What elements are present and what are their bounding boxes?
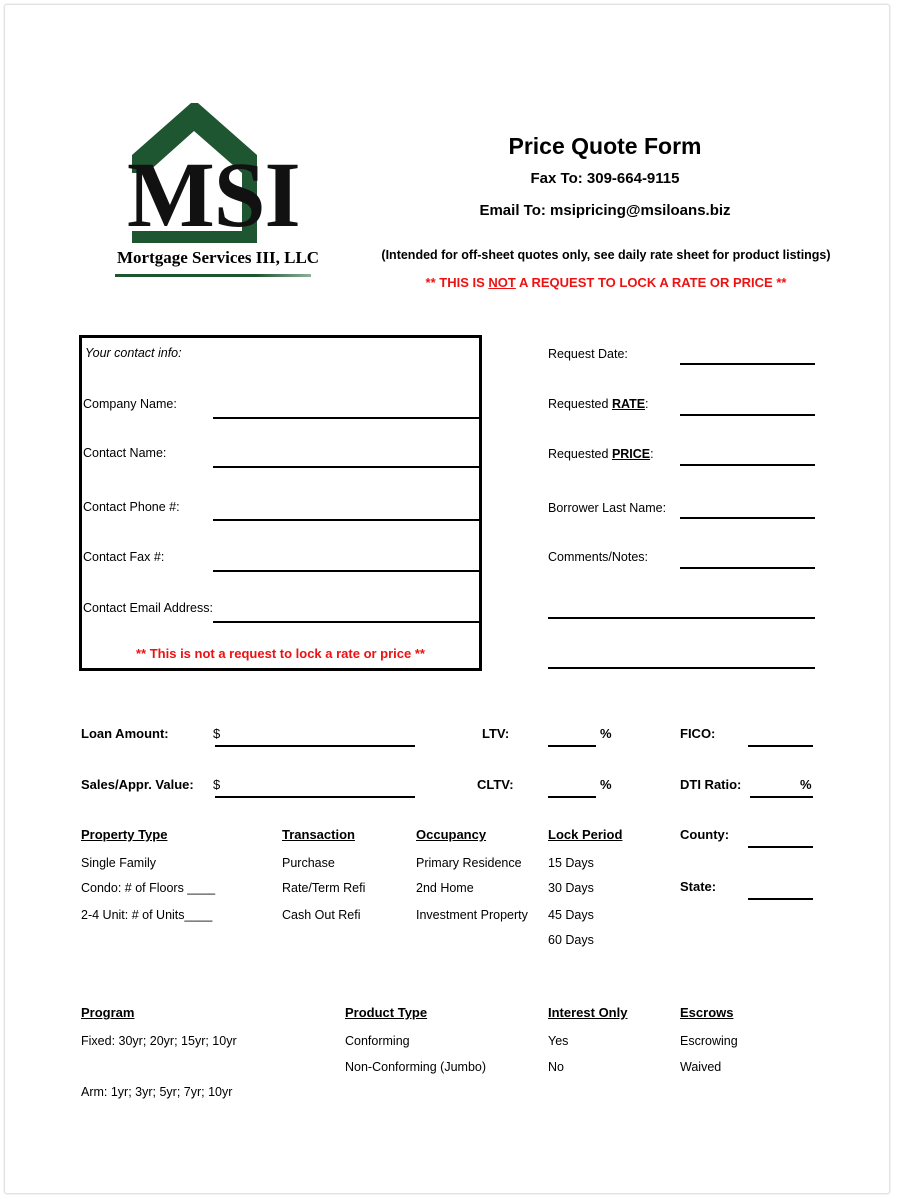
label-contact-email: Contact Email Address: (83, 601, 213, 615)
suffix-cltv-percent: % (600, 777, 612, 792)
option-30-days[interactable]: 30 Days (548, 881, 594, 895)
heading-occupancy: Occupancy (416, 827, 487, 842)
suffix-ltv-percent: % (600, 726, 612, 741)
label-fico: FICO: (680, 726, 716, 741)
option-purchase[interactable]: Purchase (282, 856, 335, 870)
document-page: MSI Mortgage Services III, LLC Price Quo… (4, 4, 890, 1194)
page-title: Price Quote Form (508, 133, 702, 159)
header-note: (Intended for off-sheet quotes only, see… (381, 248, 831, 262)
input-fico[interactable] (748, 745, 813, 747)
option-investment-property[interactable]: Investment Property (416, 908, 528, 922)
heading-interest-only: Interest Only (548, 1005, 628, 1020)
input-state[interactable] (748, 898, 813, 900)
option-program-arm[interactable]: Arm: 1yr; 3yr; 5yr; 7yr; 10yr (81, 1085, 232, 1099)
option-interest-only-yes[interactable]: Yes (548, 1034, 568, 1048)
option-60-days[interactable]: 60 Days (548, 933, 594, 947)
currency-symbol-loan-amount: $ (213, 726, 221, 741)
heading-program: Program (81, 1005, 135, 1020)
label-requested-rate: Requested RATE: (548, 397, 649, 411)
input-company-name[interactable] (213, 417, 479, 419)
input-requested-rate[interactable] (680, 414, 815, 416)
input-comments-line-2[interactable] (548, 617, 815, 619)
suffix-dti-percent: % (800, 777, 812, 792)
input-contact-email[interactable] (213, 621, 479, 623)
option-escrowing[interactable]: Escrowing (680, 1034, 738, 1048)
option-2nd-home[interactable]: 2nd Home (416, 881, 474, 895)
label-cltv: CLTV: (477, 777, 514, 792)
requested-price-strong: PRICE (611, 447, 651, 461)
option-conforming[interactable]: Conforming (345, 1034, 410, 1048)
option-condo-floors[interactable]: Condo: # of Floors ____ (81, 881, 215, 895)
company-name: Mortgage Services III, LLC (117, 248, 320, 267)
input-loan-amount[interactable] (215, 745, 415, 747)
option-non-conforming[interactable]: Non-Conforming (Jumbo) (345, 1060, 486, 1074)
label-ltv: LTV: (482, 726, 510, 741)
option-single-family[interactable]: Single Family (81, 856, 156, 870)
input-contact-fax[interactable] (213, 570, 479, 572)
logo-underline-rule (115, 274, 311, 277)
option-primary-residence[interactable]: Primary Residence (416, 856, 522, 870)
label-requested-price: Requested PRICE: (548, 447, 654, 461)
option-45-days[interactable]: 45 Days (548, 908, 594, 922)
currency-symbol-sales-value: $ (213, 777, 221, 792)
option-rate-term-refi[interactable]: Rate/Term Refi (282, 881, 365, 895)
input-borrower-last-name[interactable] (680, 517, 815, 519)
label-comments-notes: Comments/Notes: (548, 550, 649, 564)
label-contact-name: Contact Name: (83, 446, 167, 460)
option-15-days[interactable]: 15 Days (548, 856, 594, 870)
input-dti-ratio[interactable] (750, 796, 813, 798)
header-warning: ** THIS IS NOT A REQUEST TO LOCK A RATE … (361, 275, 851, 290)
svg-text:MSI: MSI (127, 144, 300, 247)
label-loan-amount: Loan Amount: (81, 726, 169, 741)
label-sales-appr-value: Sales/Appr. Value: (81, 777, 194, 792)
fax-to-line: Fax To: 309-664-9115 (530, 170, 680, 187)
option-2-4-unit[interactable]: 2-4 Unit: # of Units____ (81, 908, 212, 922)
option-interest-only-no[interactable]: No (548, 1060, 564, 1074)
label-dti-ratio: DTI Ratio: (680, 777, 742, 792)
option-waived[interactable]: Waived (680, 1060, 721, 1074)
option-cash-out-refi[interactable]: Cash Out Refi (282, 908, 361, 922)
heading-lock-period: Lock Period (548, 827, 623, 842)
input-comments-notes[interactable] (680, 567, 815, 569)
label-contact-phone: Contact Phone #: (83, 500, 180, 514)
contact-box-heading: Your contact info: (85, 346, 182, 360)
warning-text-not: NOT (488, 275, 516, 290)
heading-transaction: Transaction (282, 827, 355, 842)
heading-property-type: Property Type (81, 827, 168, 842)
label-borrower-last-name: Borrower Last Name: (548, 501, 667, 515)
contact-box-warning: ** This is not a request to lock a rate … (136, 646, 425, 661)
warning-text-post: A REQUEST TO LOCK A RATE OR PRICE ** (515, 275, 787, 290)
label-request-date: Request Date: (548, 347, 628, 361)
input-sales-appr-value[interactable] (215, 796, 415, 798)
label-county: County: (680, 827, 730, 842)
input-contact-name[interactable] (213, 466, 479, 468)
input-ltv[interactable] (548, 745, 596, 747)
label-company-name: Company Name: (83, 397, 177, 411)
heading-product-type: Product Type (345, 1005, 428, 1020)
warning-text-pre: ** THIS IS (425, 275, 489, 290)
requested-price-post: : (650, 447, 654, 461)
input-contact-phone[interactable] (213, 519, 479, 521)
label-contact-fax: Contact Fax #: (83, 550, 165, 564)
label-state: State: (680, 879, 717, 894)
input-comments-line-3[interactable] (548, 667, 815, 669)
input-request-date[interactable] (680, 363, 815, 365)
option-program-fixed[interactable]: Fixed: 30yr; 20yr; 15yr; 10yr (81, 1034, 237, 1048)
requested-rate-pre: Requested (548, 397, 612, 411)
requested-price-pre: Requested (548, 447, 612, 461)
requested-rate-strong: RATE (611, 397, 646, 411)
email-to-line: Email To: msipricing@msiloans.biz (479, 202, 731, 219)
input-cltv[interactable] (548, 796, 596, 798)
input-requested-price[interactable] (680, 464, 815, 466)
requested-rate-post: : (645, 397, 649, 411)
input-county[interactable] (748, 846, 813, 848)
heading-escrows: Escrows (680, 1005, 734, 1020)
